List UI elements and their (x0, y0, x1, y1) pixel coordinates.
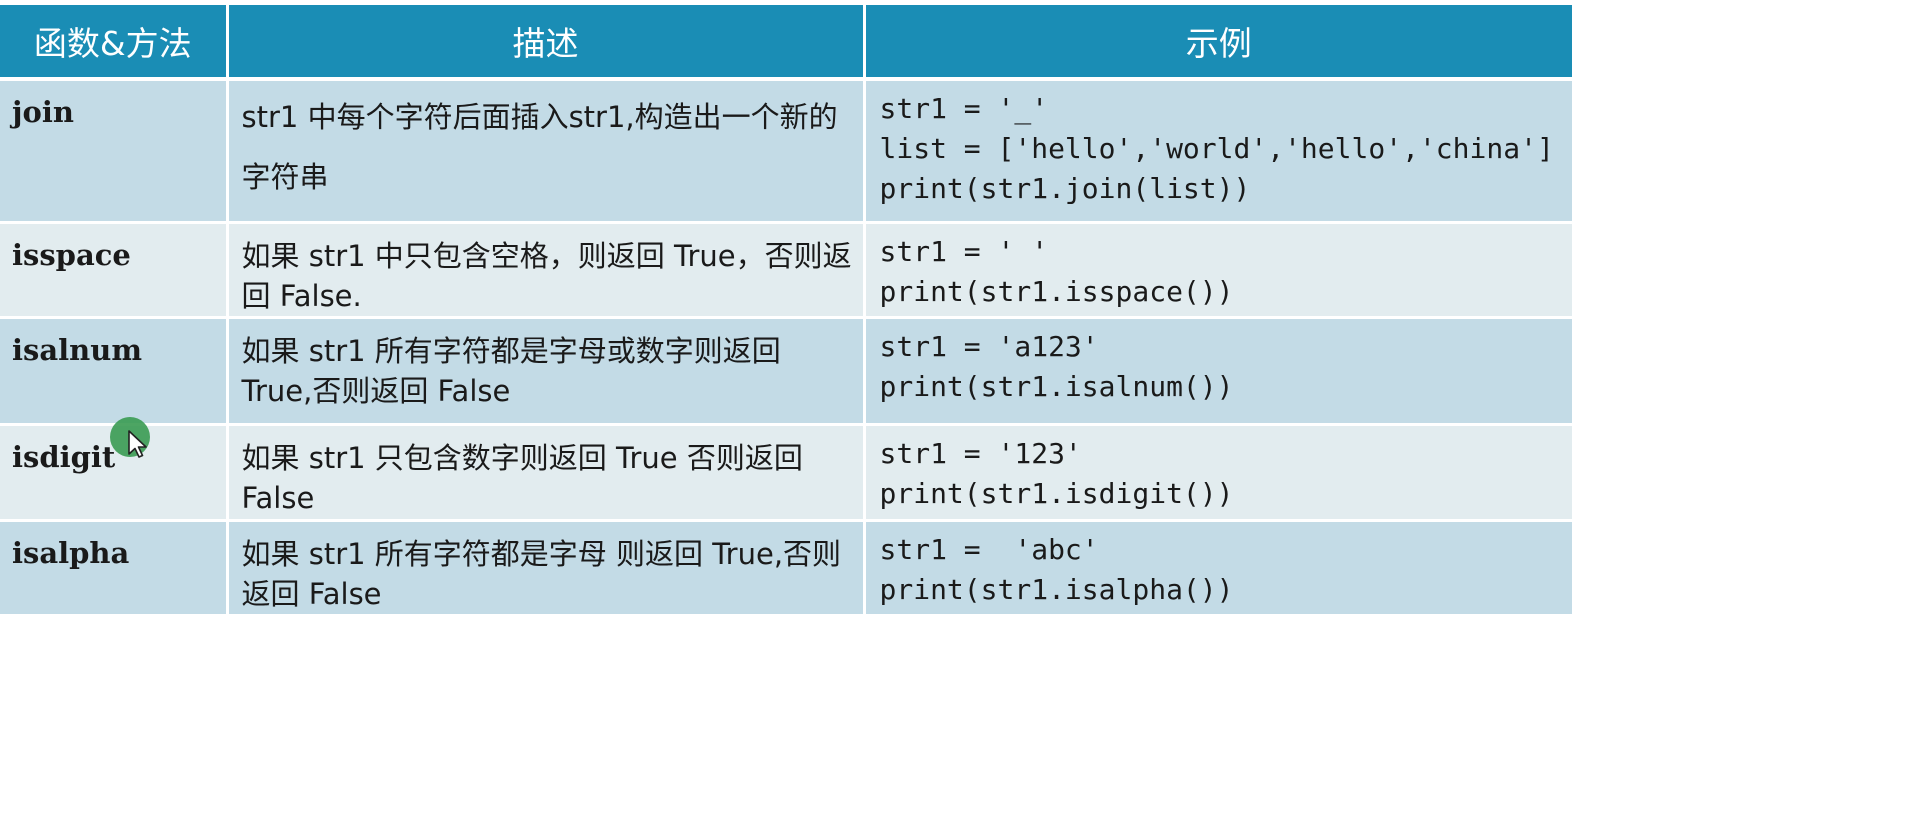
code-line: print(str1.isdigit()) (879, 476, 1234, 510)
method-example: str1 = ' ' print(str1.isspace()) (864, 222, 1572, 319)
method-description: 如果 str1 只包含数字则返回 True 否则返回 False (227, 424, 866, 522)
code-line: str1 = '_' (879, 92, 1049, 125)
pointer-arrow-icon (128, 430, 147, 458)
code-line: str1 = '123' (879, 436, 1082, 470)
code-line: str1 = ' ' (879, 234, 1049, 268)
table-row-isspace: isspace 如果 str1 中只包含空格，则返回 True，否则返回 Fal… (0, 222, 1572, 319)
code-line: print(str1.isalnum()) (879, 369, 1234, 403)
table-row-isdigit: isdigit 如果 str1 只包含数字则返回 True 否则返回 False… (0, 424, 1572, 522)
method-description: 如果 str1 所有字符都是字母或数字则返回 True,否则返回 False (227, 317, 866, 426)
method-description: str1 中每个字符后面插入str1,构造出一个新的字符串 (227, 79, 866, 224)
method-description: 如果 str1 中只包含空格，则返回 True，否则返回 False. (227, 222, 866, 319)
method-name: isalpha (0, 520, 229, 617)
code-line: print(str1.isalpha()) (879, 572, 1234, 606)
header-description: 描述 (227, 5, 866, 81)
method-name: isalnum (0, 317, 229, 426)
header-function: 函数&方法 (0, 5, 229, 81)
code-line: list = ['hello','world','hello','china'] (879, 132, 1554, 165)
code-line: str1 = 'a123' (879, 329, 1099, 363)
method-description: 如果 str1 所有字符都是字母 则返回 True,否则返回 False (227, 520, 866, 617)
table-row-join: join str1 中每个字符后面插入str1,构造出一个新的字符串 str1 … (0, 79, 1572, 224)
table-row-isalpha: isalpha 如果 str1 所有字符都是字母 则返回 True,否则返回 F… (0, 520, 1572, 617)
slide: 函数&方法 描述 示例 join str1 中每个字符后面插入str1,构造出一… (0, 0, 1908, 816)
method-example: str1 = '123' print(str1.isdigit()) (864, 424, 1572, 522)
header-example: 示例 (864, 5, 1572, 81)
method-name: isspace (0, 222, 229, 319)
string-methods-table: 函数&方法 描述 示例 join str1 中每个字符后面插入str1,构造出一… (0, 5, 1572, 617)
method-name: join (0, 79, 229, 224)
code-line: print(str1.join(list)) (879, 172, 1251, 205)
code-line: print(str1.isspace()) (879, 274, 1234, 308)
method-example: str1 = '_' list = ['hello','world','hell… (864, 79, 1572, 224)
method-example: str1 = 'a123' print(str1.isalnum()) (864, 317, 1572, 426)
table-row-isalnum: isalnum 如果 str1 所有字符都是字母或数字则返回 True,否则返回… (0, 317, 1572, 426)
method-example: str1 = 'abc' print(str1.isalpha()) (864, 520, 1572, 617)
code-line: str1 = 'abc' (879, 532, 1099, 566)
table-header-row: 函数&方法 描述 示例 (0, 5, 1572, 81)
